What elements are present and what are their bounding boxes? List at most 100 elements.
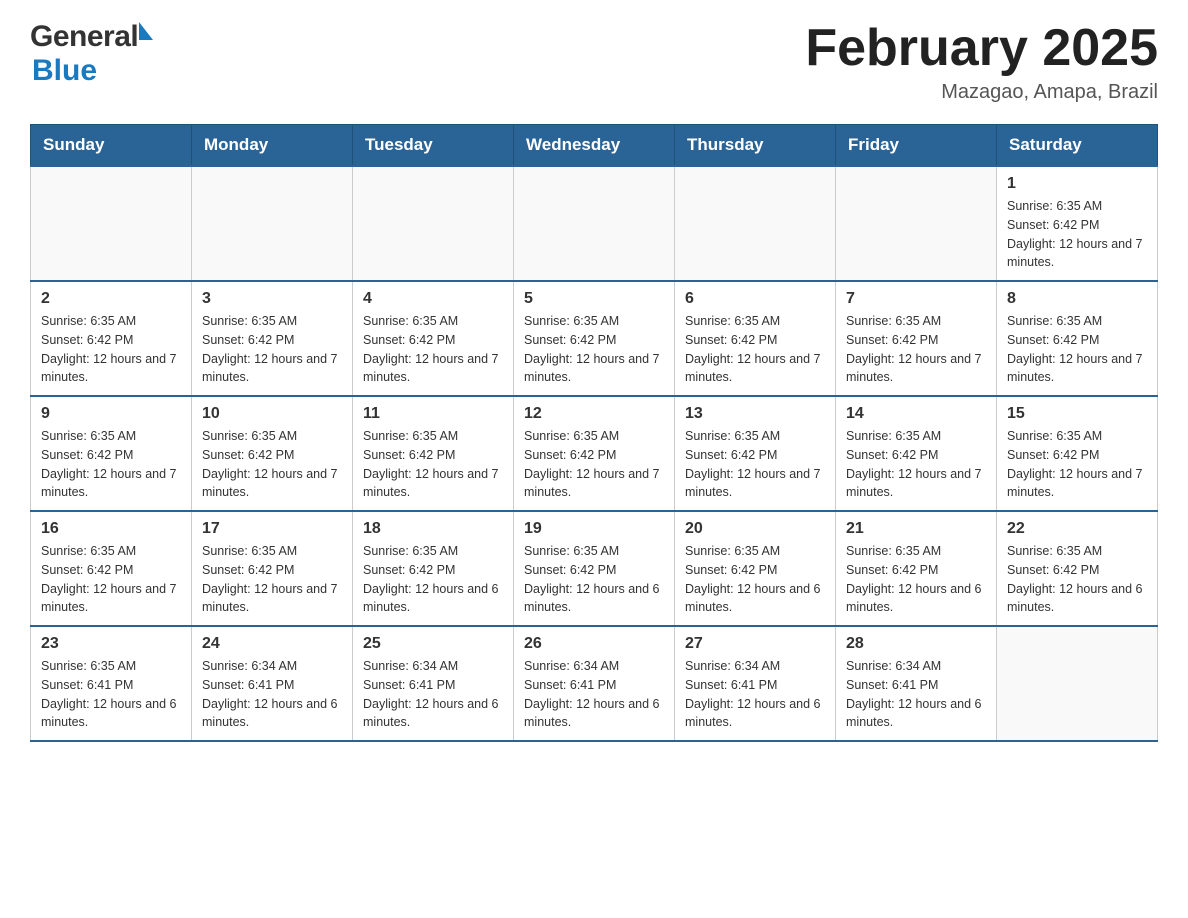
day-info: Sunrise: 6:35 AM Sunset: 6:42 PM Dayligh… [41,427,181,502]
calendar-cell: 2 Sunrise: 6:35 AM Sunset: 6:42 PM Daylig… [31,281,192,396]
calendar-cell: 14 Sunrise: 6:35 AM Sunset: 6:42 PM Dayli… [836,396,997,511]
day-number: 11 [363,405,503,423]
day-of-week-header: Sunday [31,125,192,167]
calendar-cell: 11 Sunrise: 6:35 AM Sunset: 6:42 PM Dayli… [353,396,514,511]
day-info: Sunrise: 6:35 AM Sunset: 6:42 PM Dayligh… [363,542,503,617]
calendar-cell: 8 Sunrise: 6:35 AM Sunset: 6:42 PM Daylig… [997,281,1158,396]
day-info: Sunrise: 6:35 AM Sunset: 6:42 PM Dayligh… [363,427,503,502]
calendar-table: SundayMondayTuesdayWednesdayThursdayFrid… [30,124,1158,742]
day-info: Sunrise: 6:34 AM Sunset: 6:41 PM Dayligh… [524,657,664,732]
day-info: Sunrise: 6:35 AM Sunset: 6:42 PM Dayligh… [202,312,342,387]
title-area: February 2025 Mazagao, Amapa, Brazil [805,20,1158,104]
calendar-week-row: 2 Sunrise: 6:35 AM Sunset: 6:42 PM Daylig… [31,281,1158,396]
calendar-cell: 23Sunrise: 6:35 AM Sunset: 6:41 PM Dayli… [31,626,192,741]
calendar-cell [836,166,997,281]
day-info: Sunrise: 6:35 AM Sunset: 6:42 PM Dayligh… [363,312,503,387]
day-number: 15 [1007,405,1147,423]
calendar-cell: 26 Sunrise: 6:34 AM Sunset: 6:41 PM Dayli… [514,626,675,741]
calendar-cell [997,626,1158,741]
day-number: 4 [363,290,503,308]
calendar-cell: 18Sunrise: 6:35 AM Sunset: 6:42 PM Dayli… [353,511,514,626]
calendar-cell: 4 Sunrise: 6:35 AM Sunset: 6:42 PM Daylig… [353,281,514,396]
day-number: 16 [41,520,181,538]
calendar-cell: 24Sunrise: 6:34 AM Sunset: 6:41 PM Dayli… [192,626,353,741]
calendar-week-row: 23Sunrise: 6:35 AM Sunset: 6:41 PM Dayli… [31,626,1158,741]
day-info: Sunrise: 6:34 AM Sunset: 6:41 PM Dayligh… [363,657,503,732]
day-info: Sunrise: 6:35 AM Sunset: 6:42 PM Dayligh… [1007,197,1147,272]
calendar-cell: 3 Sunrise: 6:35 AM Sunset: 6:42 PM Daylig… [192,281,353,396]
day-info: Sunrise: 6:35 AM Sunset: 6:42 PM Dayligh… [524,312,664,387]
day-number: 17 [202,520,342,538]
day-info: Sunrise: 6:35 AM Sunset: 6:42 PM Dayligh… [685,542,825,617]
day-number: 9 [41,405,181,423]
calendar-cell [514,166,675,281]
calendar-cell: 12 Sunrise: 6:35 AM Sunset: 6:42 PM Dayli… [514,396,675,511]
day-info: Sunrise: 6:35 AM Sunset: 6:41 PM Dayligh… [41,657,181,732]
day-of-week-header: Thursday [675,125,836,167]
day-number: 1 [1007,175,1147,193]
day-info: Sunrise: 6:35 AM Sunset: 6:42 PM Dayligh… [202,427,342,502]
calendar-cell [31,166,192,281]
day-of-week-header: Wednesday [514,125,675,167]
day-info: Sunrise: 6:35 AM Sunset: 6:42 PM Dayligh… [41,542,181,617]
calendar-cell: 1 Sunrise: 6:35 AM Sunset: 6:42 PM Daylig… [997,166,1158,281]
calendar-cell: 9 Sunrise: 6:35 AM Sunset: 6:42 PM Daylig… [31,396,192,511]
calendar-cell [675,166,836,281]
day-info: Sunrise: 6:35 AM Sunset: 6:42 PM Dayligh… [202,542,342,617]
calendar-cell [192,166,353,281]
calendar-cell: 16 Sunrise: 6:35 AM Sunset: 6:42 PM Dayli… [31,511,192,626]
calendar-cell: 28 Sunrise: 6:34 AM Sunset: 6:41 PM Dayli… [836,626,997,741]
calendar-cell: 20 Sunrise: 6:35 AM Sunset: 6:42 PM Dayli… [675,511,836,626]
day-number: 19 [524,520,664,538]
day-info: Sunrise: 6:35 AM Sunset: 6:42 PM Dayligh… [1007,427,1147,502]
day-number: 5 [524,290,664,308]
day-of-week-header: Saturday [997,125,1158,167]
day-info: Sunrise: 6:35 AM Sunset: 6:42 PM Dayligh… [524,542,664,617]
calendar-cell: 19 Sunrise: 6:35 AM Sunset: 6:42 PM Dayli… [514,511,675,626]
calendar-header-row: SundayMondayTuesdayWednesdayThursdayFrid… [31,125,1158,167]
month-title: February 2025 [805,20,1158,77]
day-number: 20 [685,520,825,538]
logo-blue-text: Blue [32,54,97,87]
day-number: 10 [202,405,342,423]
calendar-week-row: 16 Sunrise: 6:35 AM Sunset: 6:42 PM Dayli… [31,511,1158,626]
day-of-week-header: Tuesday [353,125,514,167]
day-number: 28 [846,635,986,653]
calendar-cell: 7Sunrise: 6:35 AM Sunset: 6:42 PM Daylig… [836,281,997,396]
day-number: 2 [41,290,181,308]
calendar-cell [353,166,514,281]
calendar-cell: 13 Sunrise: 6:35 AM Sunset: 6:42 PM Dayli… [675,396,836,511]
calendar-week-row: 9 Sunrise: 6:35 AM Sunset: 6:42 PM Daylig… [31,396,1158,511]
day-info: Sunrise: 6:35 AM Sunset: 6:42 PM Dayligh… [1007,542,1147,617]
day-number: 25 [363,635,503,653]
day-number: 13 [685,405,825,423]
day-number: 27 [685,635,825,653]
day-number: 8 [1007,290,1147,308]
calendar-cell: 15 Sunrise: 6:35 AM Sunset: 6:42 PM Dayli… [997,396,1158,511]
day-number: 26 [524,635,664,653]
day-info: Sunrise: 6:35 AM Sunset: 6:42 PM Dayligh… [685,312,825,387]
logo: General Blue [30,20,153,88]
day-info: Sunrise: 6:34 AM Sunset: 6:41 PM Dayligh… [846,657,986,732]
day-number: 12 [524,405,664,423]
day-number: 3 [202,290,342,308]
day-of-week-header: Friday [836,125,997,167]
day-number: 7 [846,290,986,308]
day-info: Sunrise: 6:35 AM Sunset: 6:42 PM Dayligh… [1007,312,1147,387]
calendar-cell: 21Sunrise: 6:35 AM Sunset: 6:42 PM Dayli… [836,511,997,626]
calendar-cell: 25 Sunrise: 6:34 AM Sunset: 6:41 PM Dayli… [353,626,514,741]
day-info: Sunrise: 6:35 AM Sunset: 6:42 PM Dayligh… [685,427,825,502]
calendar-cell: 10 Sunrise: 6:35 AM Sunset: 6:42 PM Dayli… [192,396,353,511]
day-info: Sunrise: 6:35 AM Sunset: 6:42 PM Dayligh… [846,427,986,502]
day-info: Sunrise: 6:34 AM Sunset: 6:41 PM Dayligh… [685,657,825,732]
day-info: Sunrise: 6:35 AM Sunset: 6:42 PM Dayligh… [41,312,181,387]
day-number: 22 [1007,520,1147,538]
calendar-cell: 27 Sunrise: 6:34 AM Sunset: 6:41 PM Dayli… [675,626,836,741]
calendar-cell: 5 Sunrise: 6:35 AM Sunset: 6:42 PM Daylig… [514,281,675,396]
calendar-cell: 22 Sunrise: 6:35 AM Sunset: 6:42 PM Dayli… [997,511,1158,626]
day-info: Sunrise: 6:35 AM Sunset: 6:42 PM Dayligh… [524,427,664,502]
location-text: Mazagao, Amapa, Brazil [805,81,1158,104]
logo-arrow-icon [139,22,153,40]
day-number: 14 [846,405,986,423]
calendar-week-row: 1 Sunrise: 6:35 AM Sunset: 6:42 PM Daylig… [31,166,1158,281]
